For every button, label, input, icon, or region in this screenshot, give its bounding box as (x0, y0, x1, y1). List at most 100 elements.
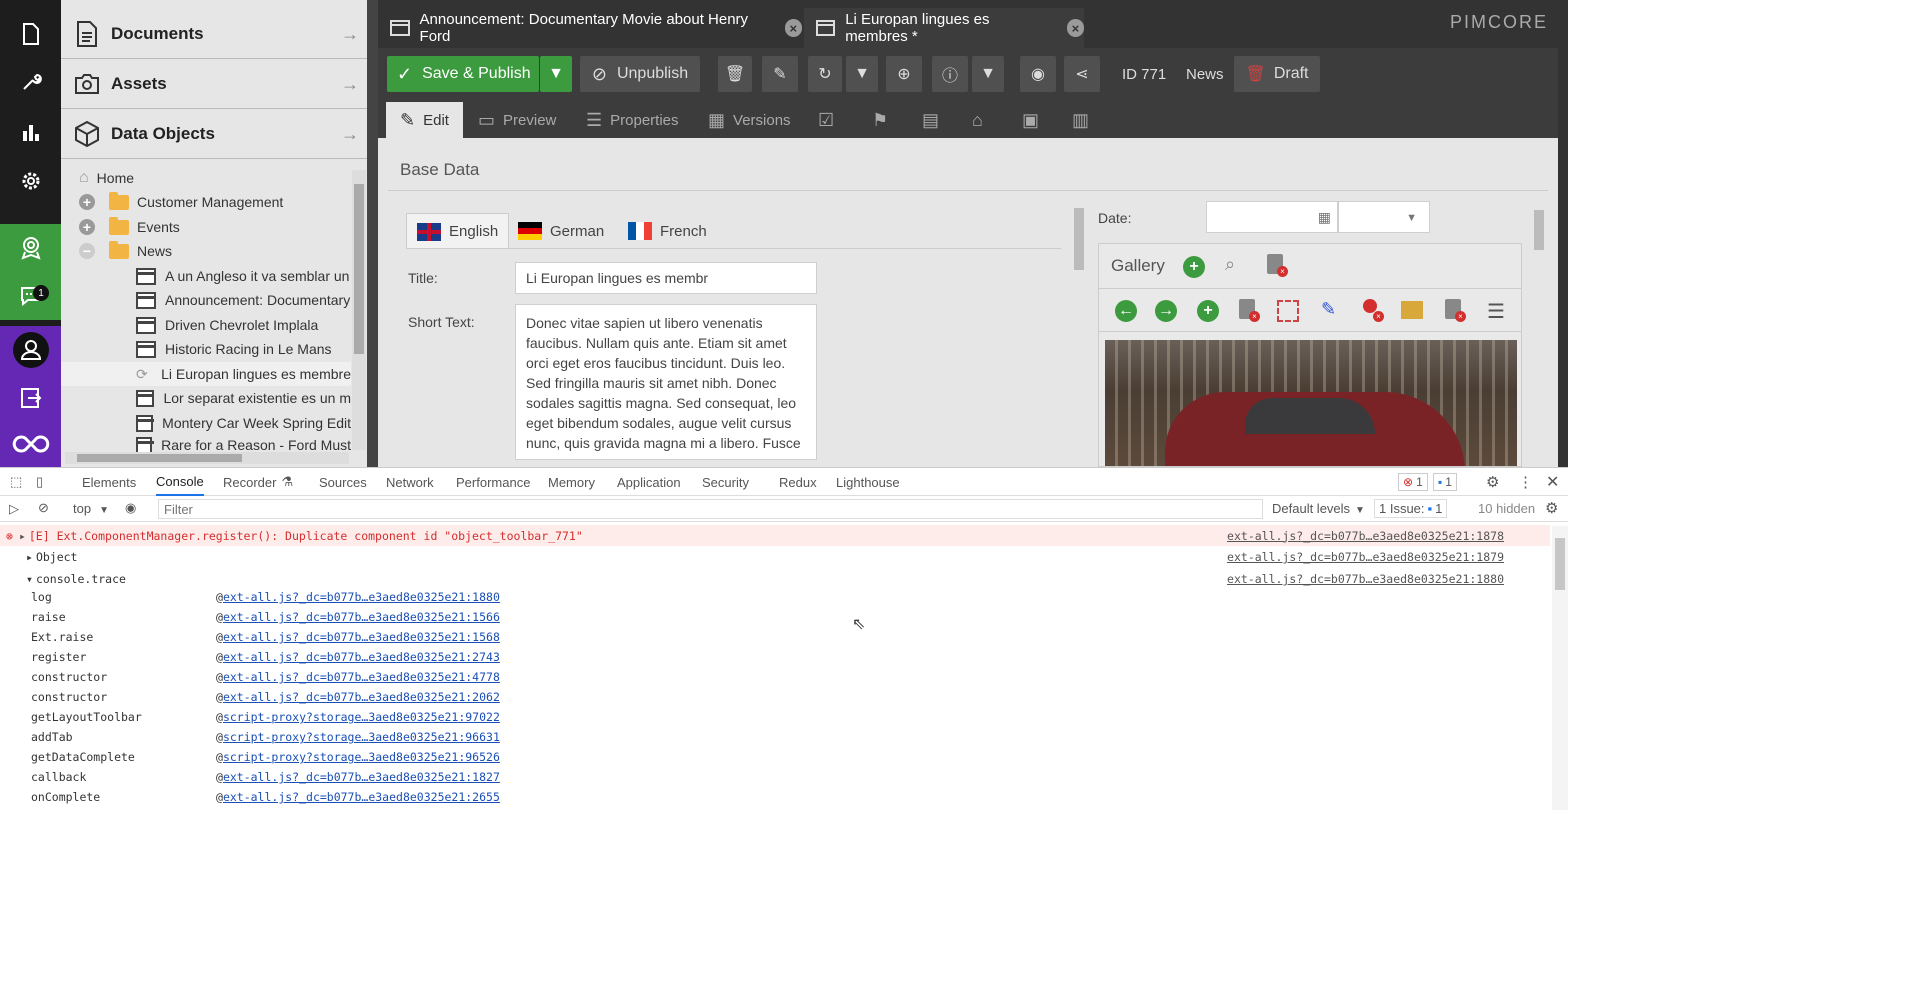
close-icon[interactable]: × (1066, 19, 1084, 37)
gallery-car-image[interactable] (1105, 340, 1517, 466)
clear-console-icon[interactable]: ⊘ (38, 500, 49, 516)
menu-icon[interactable]: ☰ (1487, 299, 1505, 324)
share-button[interactable]: ⋖ (1064, 56, 1100, 92)
trace-source-link[interactable]: ext-all.js?_dc=b077b…e3aed8e0325e21:1880 (1227, 572, 1504, 586)
device-toolbar-icon[interactable]: ▯ (36, 468, 43, 496)
console-settings-gear-icon[interactable]: ⚙ (1545, 499, 1558, 517)
upload-folder-icon[interactable] (1401, 301, 1423, 319)
delete-item-icon[interactable]: × (1239, 299, 1263, 323)
console-trace-row[interactable]: ▾ console.trace ext-all.js?_dc=b077b…e3a… (0, 569, 1550, 589)
tree-node-object[interactable]: Driven Chevrolet Implala (61, 313, 351, 337)
accordion-data-objects[interactable]: Data Objects → (61, 109, 367, 159)
collapse-minus-icon[interactable]: − (79, 243, 95, 259)
settings-gear-icon[interactable]: ⚙ (1486, 468, 1499, 496)
hotspot-delete-icon[interactable]: × (1361, 299, 1385, 323)
subtab-versions[interactable]: ▦ Versions (708, 102, 791, 138)
save-publish-button[interactable]: ✓ Save & Publish (387, 56, 539, 92)
expand-plus-icon[interactable]: + (79, 194, 95, 210)
scrollbar-thumb[interactable] (1074, 208, 1084, 270)
console-error-row[interactable]: ⊗ ▸ [E] Ext.ComponentManager.register():… (0, 525, 1550, 546)
accordion-documents[interactable]: Documents → (61, 9, 367, 59)
locate-button[interactable]: ⊕ (886, 56, 922, 92)
reports-rail-icon[interactable] (0, 108, 61, 156)
date-input[interactable]: ▦ (1206, 201, 1338, 233)
devtools-tab-sources[interactable]: Sources (319, 468, 367, 496)
tab-li-europan[interactable]: Li Europan lingues es membres * × (804, 8, 1084, 48)
tree-vertical-scrollbar[interactable] (352, 170, 366, 450)
trace-link[interactable]: ext-all.js?_dc=b077b…e3aed8e0325e21:1566 (223, 610, 500, 624)
tree-node-folder[interactable]: + Events (61, 215, 351, 239)
clear-gallery-icon[interactable]: × (1267, 254, 1291, 278)
short-text-textarea[interactable]: Donec vitae sapien ut libero venenatis f… (515, 304, 817, 460)
devtools-tab-performance[interactable]: Performance (456, 468, 530, 496)
trace-link[interactable]: ext-all.js?_dc=b077b…e3aed8e0325e21:2655 (223, 790, 500, 804)
add-icon[interactable]: + (1183, 256, 1205, 278)
save-dropdown-button[interactable]: ▼ (540, 56, 572, 92)
subtab-edit[interactable]: ✎ Edit (386, 102, 463, 138)
trace-link[interactable]: script-proxy?storage…3aed8e0325e21:96631 (223, 730, 500, 744)
close-icon[interactable]: ✕ (1546, 468, 1559, 496)
reload-dropdown-button[interactable]: ▼ (846, 56, 878, 92)
scrollbar-thumb[interactable] (77, 454, 242, 462)
lang-tab-english[interactable]: English (406, 213, 510, 249)
logout-rail-icon[interactable] (0, 374, 61, 422)
accordion-assets[interactable]: Assets → (61, 59, 367, 109)
notifications-rail-icon[interactable]: 1 (0, 272, 61, 320)
scrollbar-thumb[interactable] (1555, 538, 1565, 590)
arrow-right-icon[interactable]: → (1155, 300, 1177, 322)
message-count-badge[interactable]: ▪ 1 (1433, 473, 1457, 491)
expand-plus-icon[interactable]: + (79, 219, 95, 235)
edit-icon[interactable]: ✎ (1321, 299, 1336, 320)
issues-button[interactable]: 1 Issue: ▪ 1 (1374, 499, 1448, 518)
left-pane-scrollbar[interactable] (1072, 196, 1084, 458)
devtools-tab-network[interactable]: Network (386, 468, 434, 496)
info-dropdown-button[interactable]: ▼ (972, 56, 1004, 92)
inspect-element-icon[interactable]: ⬚ (10, 468, 22, 496)
tab-announcement[interactable]: Announcement: Documentary Movie about He… (378, 8, 802, 48)
scrollbar-thumb[interactable] (354, 184, 364, 354)
settings-gear-rail-icon[interactable] (0, 157, 61, 205)
preview-button[interactable]: ◉ (1020, 56, 1056, 92)
lang-tab-french[interactable]: French (618, 213, 717, 249)
clear-item-icon[interactable]: × (1445, 299, 1469, 323)
title-input[interactable]: Li Europan lingues es membr (515, 262, 817, 294)
tree-node-home[interactable]: ⌂ Home (61, 166, 351, 190)
subtab-layout[interactable]: ▥ (1072, 102, 1097, 138)
console-object-row[interactable]: ▸ Object ext-all.js?_dc=b077b…e3aed8e032… (0, 547, 1550, 567)
subtab-notes[interactable]: ▤ (922, 102, 947, 138)
tree-node-object[interactable]: Historic Racing in Le Mans (61, 337, 351, 361)
devtools-tab-lighthouse[interactable]: Lighthouse (836, 468, 900, 496)
devtools-tab-redux[interactable]: Redux (779, 468, 817, 496)
documents-rail-icon[interactable] (0, 10, 61, 58)
reload-button[interactable]: ↻ (808, 56, 842, 92)
trace-link[interactable]: script-proxy?storage…3aed8e0325e21:97022 (223, 710, 500, 724)
time-select[interactable]: ▼ (1338, 201, 1430, 233)
close-icon[interactable]: × (784, 19, 802, 37)
error-source-link[interactable]: ext-all.js?_dc=b077b…e3aed8e0325e21:1878 (1227, 529, 1504, 543)
panel-splitter[interactable] (367, 0, 378, 467)
subtab-bookmark[interactable]: ⚑ (872, 102, 896, 138)
pimcore-logo-icon[interactable] (0, 420, 61, 467)
console-filter-input[interactable] (158, 499, 1263, 519)
trace-link[interactable]: ext-all.js?_dc=b077b…e3aed8e0325e21:4778 (223, 670, 500, 684)
trace-link[interactable]: ext-all.js?_dc=b077b…e3aed8e0325e21:2743 (223, 650, 500, 664)
sidebar-toggle-icon[interactable]: ▷ (9, 501, 19, 517)
trace-link[interactable]: ext-all.js?_dc=b077b…e3aed8e0325e21:2062 (223, 690, 500, 704)
tree-node-object[interactable]: Montery Car Week Spring Edit (61, 411, 351, 435)
tree-node-object[interactable]: Announcement: Documentary (61, 288, 351, 312)
search-icon[interactable]: ⌕ (1225, 254, 1235, 275)
tree-node-object-selected[interactable]: ⟳ Li Europan lingues es membre (61, 362, 351, 386)
console-scrollbar[interactable] (1552, 526, 1568, 810)
subtab-schedule[interactable]: ☑ (818, 102, 842, 138)
scrollbar-thumb[interactable] (1534, 210, 1544, 250)
marketing-rail-icon[interactable] (0, 224, 61, 272)
devtools-tab-console[interactable]: Console (156, 468, 204, 496)
subtab-tags[interactable]: ⌂ (972, 102, 991, 138)
right-pane-scrollbar[interactable] (1532, 196, 1546, 458)
rename-button[interactable]: ✎ (762, 56, 798, 92)
draft-button[interactable]: 🗑 Draft (1234, 56, 1320, 92)
object-source-link[interactable]: ext-all.js?_dc=b077b…e3aed8e0325e21:1879 (1227, 550, 1504, 564)
trace-link[interactable]: ext-all.js?_dc=b077b…e3aed8e0325e21:1568 (223, 630, 500, 644)
trace-link[interactable]: ext-all.js?_dc=b077b…e3aed8e0325e21:1880 (223, 590, 500, 604)
context-select[interactable]: top ▼ (73, 501, 113, 516)
